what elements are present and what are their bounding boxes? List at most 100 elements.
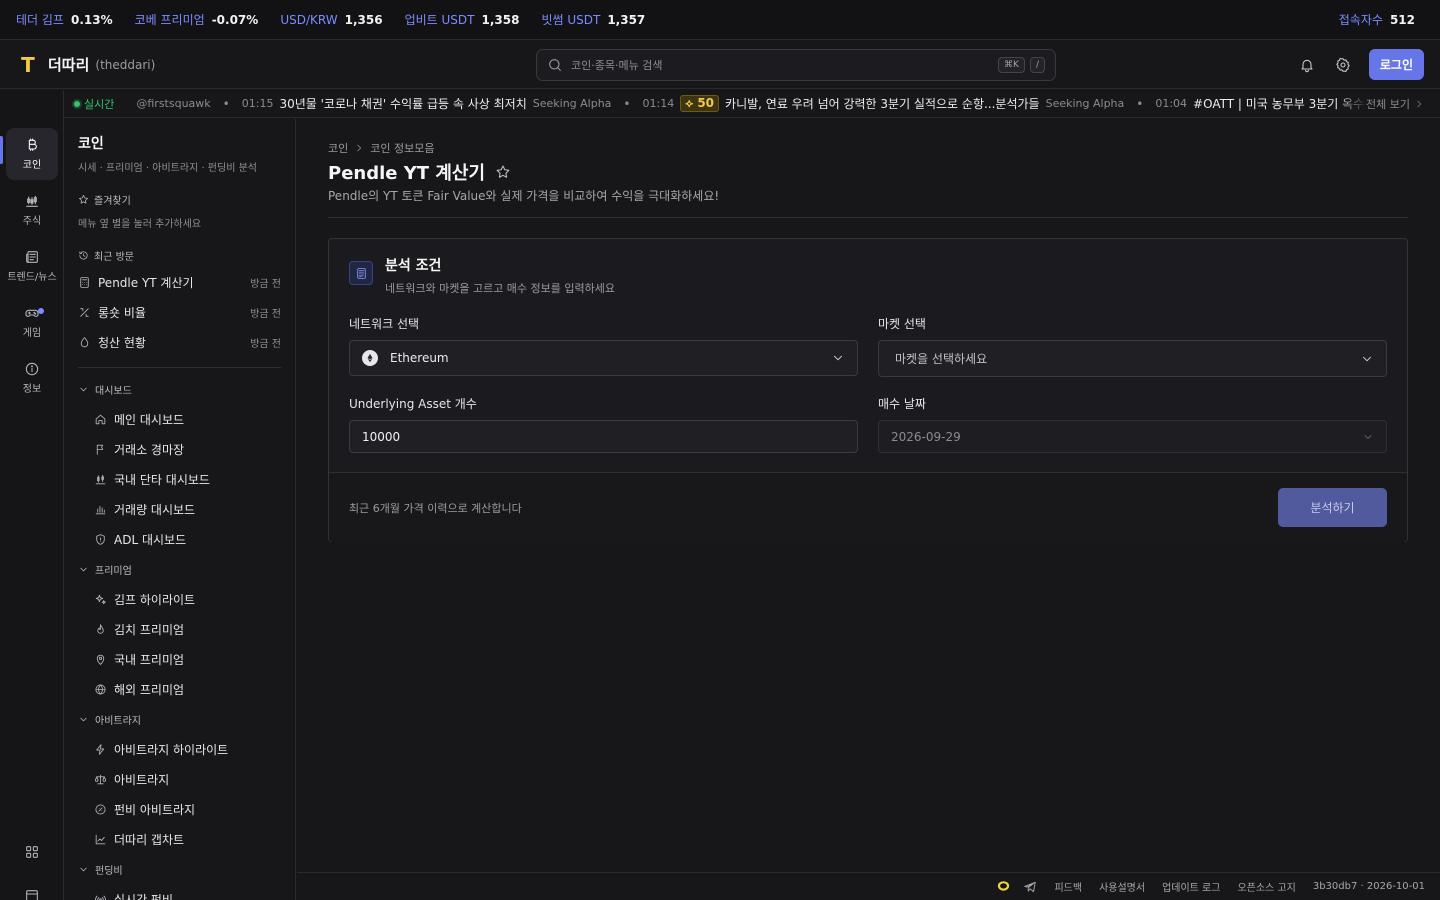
rail-item-apps[interactable]	[6, 836, 58, 868]
panel-title: 분석 조건	[385, 258, 442, 274]
sidebar-divider	[78, 367, 281, 368]
nav-realtime-funding[interactable]: 실시간 펀비	[78, 884, 281, 900]
nav-overseas-premium[interactable]: 해외 프리미엄	[78, 674, 281, 704]
footer-version: 3b30db7 · 2026-10-01	[1312, 881, 1425, 892]
ticker-item-upbit-usdt[interactable]: 업비트 USDT 1,358	[405, 11, 520, 28]
chevron-right-icon	[1414, 99, 1424, 109]
nav-main-dashboard[interactable]: 메인 대시보드	[78, 404, 281, 434]
search-input[interactable]	[571, 58, 994, 72]
app-name[interactable]: 더따리	[48, 54, 89, 75]
nav-label: 김치 프리미엄	[114, 622, 185, 637]
recent-item-liquidation[interactable]: 청산 현황 방금 전	[78, 327, 281, 357]
favorites-header: 즐겨찾기	[78, 192, 281, 207]
nav-label: 거래소 경마장	[114, 442, 185, 457]
gear-icon[interactable]	[1329, 51, 1357, 79]
ratio-icon	[78, 306, 98, 319]
rail-item-game[interactable]: 게임	[6, 296, 58, 348]
analyze-button[interactable]: 분석하기	[1278, 488, 1387, 527]
nav-volume-dashboard[interactable]: 거래량 대시보드	[78, 494, 281, 524]
rail-item-more[interactable]	[6, 886, 58, 900]
bell-icon[interactable]	[1293, 51, 1321, 79]
rail-label: 게임	[22, 328, 42, 339]
breadcrumb-item[interactable]: 코인 정보모음	[370, 140, 434, 156]
nav-exchange-race[interactable]: 거래소 경마장	[78, 434, 281, 464]
group-dashboard-toggle[interactable]: 대시보드	[78, 374, 281, 404]
market-select[interactable]: 마켓을 선택하세요	[878, 340, 1387, 377]
kakaotalk-icon[interactable]	[996, 879, 1011, 894]
nav-label: 김프 하이라이트	[114, 592, 196, 607]
network-select-value: Ethereum	[390, 351, 449, 365]
grid-icon	[24, 844, 40, 860]
rail-active-indicator	[0, 136, 3, 164]
nav-label: 메인 대시보드	[114, 412, 185, 427]
news-time: 01:04	[1155, 97, 1188, 110]
news-source: Seeking Alpha	[532, 97, 612, 110]
footer-link-oss-notice[interactable]: 오픈소스 고지	[1237, 879, 1295, 894]
breadcrumb: 코인 코인 정보모음	[328, 140, 434, 156]
ticker-value: 1,358	[481, 12, 520, 27]
ticker-item-usd-krw[interactable]: USD/KRW 1,356	[280, 13, 382, 27]
nav-funding-arbitrage[interactable]: 펀비 아비트라지	[78, 794, 281, 824]
newspaper-icon	[24, 249, 40, 265]
news-ticker: 실시간 @firstsquawk • 01:15 30년물 '코로나 채권' 수…	[64, 90, 1440, 118]
breadcrumb-item[interactable]: 코인	[328, 140, 348, 156]
footer-link-feedback[interactable]: 피드백	[1054, 879, 1082, 894]
recent-label: 최근 방문	[94, 252, 134, 263]
scale-icon	[94, 773, 114, 786]
buy-date-picker[interactable]: 2026-09-29	[878, 420, 1387, 453]
favorite-star-icon[interactable]	[495, 164, 511, 180]
group-arbitrage-toggle[interactable]: 아비트라지	[78, 704, 281, 734]
nav-domestic-premium[interactable]: 국내 프리미엄	[78, 644, 281, 674]
nav-gap-chart[interactable]: 더따리 갭차트	[78, 824, 281, 854]
ticker-item-coinbase-premium[interactable]: 코베 프리미엄 -0.07%	[135, 11, 259, 28]
rail-label: 코인	[22, 160, 42, 171]
news-headline[interactable]: 30년물 '코로나 채권' 수익률 급등 속 사상 최저치	[279, 95, 526, 112]
rail-item-stock[interactable]: 주식	[6, 184, 58, 236]
rail-item-info[interactable]: 정보	[6, 352, 58, 404]
nav-arbitrage-highlight[interactable]: 아비트라지 하이라이트	[78, 734, 281, 764]
asset-amount-input[interactable]	[362, 429, 845, 444]
asset-amount-wrapper	[349, 420, 858, 453]
recent-item-long-short[interactable]: 롱숏 비율 방금 전	[78, 297, 281, 327]
shield-icon	[94, 533, 114, 546]
nav-label: 아비트라지 하이라이트	[114, 742, 229, 757]
nav-domestic-scalp-dashboard[interactable]: 국내 단타 대시보드	[78, 464, 281, 494]
logo-icon[interactable]: T	[16, 53, 40, 77]
news-headline[interactable]: 카니발, 연료 우려 넘어 강력한 3분기 실적으로 순항...분석가들	[725, 95, 1040, 112]
rail-item-coin[interactable]: 코인	[6, 128, 58, 180]
ticker-label: USD/KRW	[280, 12, 338, 27]
ticker-label: 코베 프리미엄	[134, 13, 205, 27]
app-footer: 피드백 사용설명서 업데이트 로그 오픈소스 고지 3b30db7 · 2026…	[297, 872, 1440, 900]
telegram-icon[interactable]	[1023, 880, 1037, 894]
title-divider	[328, 217, 1408, 218]
group-premium-toggle[interactable]: 프리미엄	[78, 554, 281, 584]
news-time: 01:15	[241, 97, 274, 110]
ticker-label: 업비트 USDT	[404, 13, 475, 27]
map-pin-icon	[94, 653, 114, 666]
nav-kimp-highlight[interactable]: 김프 하이라이트	[78, 584, 281, 614]
rail-item-trends-news[interactable]: 트렌드/뉴스	[6, 240, 58, 292]
network-select[interactable]: Ethereum	[349, 340, 858, 376]
broadcast-icon	[94, 893, 114, 900]
nav-arbitrage[interactable]: 아비트라지	[78, 764, 281, 794]
chevron-down-icon	[78, 564, 95, 575]
news-source[interactable]: @firstsquawk	[136, 97, 210, 110]
global-search[interactable]: ⌘K /	[536, 49, 1056, 81]
droplet-icon	[78, 336, 98, 349]
candles-icon	[94, 473, 114, 486]
nav-kimchi-premium[interactable]: 김치 프리미엄	[78, 614, 281, 644]
ticker-item-bithumb-usdt[interactable]: 빗썸 USDT 1,357	[541, 11, 645, 28]
group-funding-toggle[interactable]: 펀딩비	[78, 854, 281, 884]
news-view-all[interactable]: 전체 보기	[1336, 90, 1440, 117]
recent-item-pendle-yt[interactable]: Pendle YT 계산기 방금 전	[78, 267, 281, 297]
nav-adl-dashboard[interactable]: ADL 대시보드	[78, 524, 281, 554]
icon-rail: 코인 주식 트렌드/뉴스 게임 정보	[0, 90, 64, 900]
footer-link-manual[interactable]: 사용설명서	[1099, 879, 1145, 894]
news-separator: •	[1136, 96, 1144, 111]
asset-amount-field: Underlying Asset 개수	[349, 395, 858, 453]
footer-link-changelog[interactable]: 업데이트 로그	[1162, 879, 1220, 894]
login-button[interactable]: 로그인	[1368, 49, 1424, 80]
page-description: Pendle의 YT 토큰 Fair Value와 실제 가격을 비교하여 수익…	[328, 189, 720, 203]
ticker-value: 1,356	[344, 12, 383, 27]
ticker-item-tether-kimp[interactable]: 테더 김프 0.13%	[16, 11, 113, 28]
